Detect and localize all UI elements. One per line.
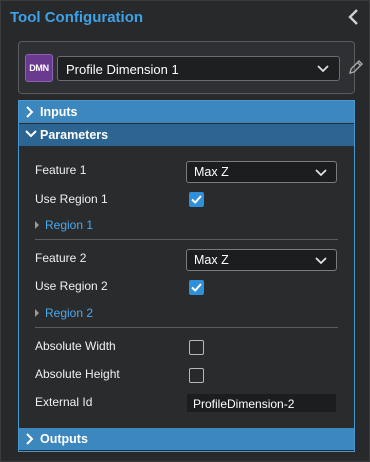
chevron-right-icon xyxy=(26,433,34,445)
external-id-label: External Id xyxy=(35,395,93,409)
region1-label: Region 1 xyxy=(45,218,94,232)
absolute-width-checkbox[interactable] xyxy=(189,340,204,355)
chevron-down-icon xyxy=(317,63,329,75)
feature1-dropdown[interactable]: Max Z xyxy=(186,161,337,183)
section-inputs[interactable]: Inputs xyxy=(19,101,354,123)
feature1-label: Feature 1 xyxy=(35,163,87,177)
use-region1-label: Use Region 1 xyxy=(35,192,108,206)
expand-triangle-icon xyxy=(35,309,39,317)
section-parameters-label: Parameters xyxy=(40,128,109,142)
dimension-tool-icon: DMN xyxy=(25,54,53,82)
sections-panel: Inputs Parameters Feature 1 Max Z Use Re… xyxy=(18,100,355,452)
chevron-right-icon xyxy=(26,106,34,118)
use-region2-checkbox[interactable] xyxy=(189,280,204,295)
divider xyxy=(35,239,338,240)
chevron-left-icon[interactable] xyxy=(347,8,361,26)
use-region1-checkbox[interactable] xyxy=(189,192,204,207)
checkmark-icon xyxy=(191,283,202,292)
expand-triangle-icon xyxy=(35,221,39,229)
section-outputs[interactable]: Outputs xyxy=(19,428,354,450)
chevron-down-icon xyxy=(25,130,37,138)
checkmark-icon xyxy=(191,195,202,204)
tool-selector-box: DMN Profile Dimension 1 xyxy=(18,41,363,94)
feature1-value: Max Z xyxy=(194,165,229,179)
pencil-icon[interactable] xyxy=(347,58,365,76)
panel-title: Tool Configuration xyxy=(10,9,144,26)
section-outputs-label: Outputs xyxy=(40,432,88,446)
chevron-down-icon xyxy=(315,167,327,179)
section-inputs-label: Inputs xyxy=(40,105,78,119)
tool-select-dropdown[interactable]: Profile Dimension 1 xyxy=(57,56,340,81)
section-parameters[interactable]: Parameters xyxy=(19,124,354,146)
absolute-width-label: Absolute Width xyxy=(35,339,116,353)
feature2-value: Max Z xyxy=(194,253,229,267)
absolute-height-checkbox[interactable] xyxy=(189,368,204,383)
feature2-label: Feature 2 xyxy=(35,251,87,265)
region2-label: Region 2 xyxy=(45,306,94,320)
divider xyxy=(35,327,338,328)
external-id-field[interactable]: ProfileDimension-2 xyxy=(186,393,337,413)
chevron-down-icon xyxy=(315,255,327,267)
region2-link[interactable]: Region 2 xyxy=(35,306,94,320)
tool-configuration-panel: Tool Configuration DMN Profile Dimension… xyxy=(0,0,370,462)
absolute-height-label: Absolute Height xyxy=(35,367,120,381)
external-id-value: ProfileDimension-2 xyxy=(193,397,295,411)
region1-link[interactable]: Region 1 xyxy=(35,218,94,232)
use-region2-label: Use Region 2 xyxy=(35,279,108,293)
tool-select-value: Profile Dimension 1 xyxy=(66,62,179,77)
feature2-dropdown[interactable]: Max Z xyxy=(186,249,337,271)
panel-header: Tool Configuration xyxy=(1,1,370,35)
